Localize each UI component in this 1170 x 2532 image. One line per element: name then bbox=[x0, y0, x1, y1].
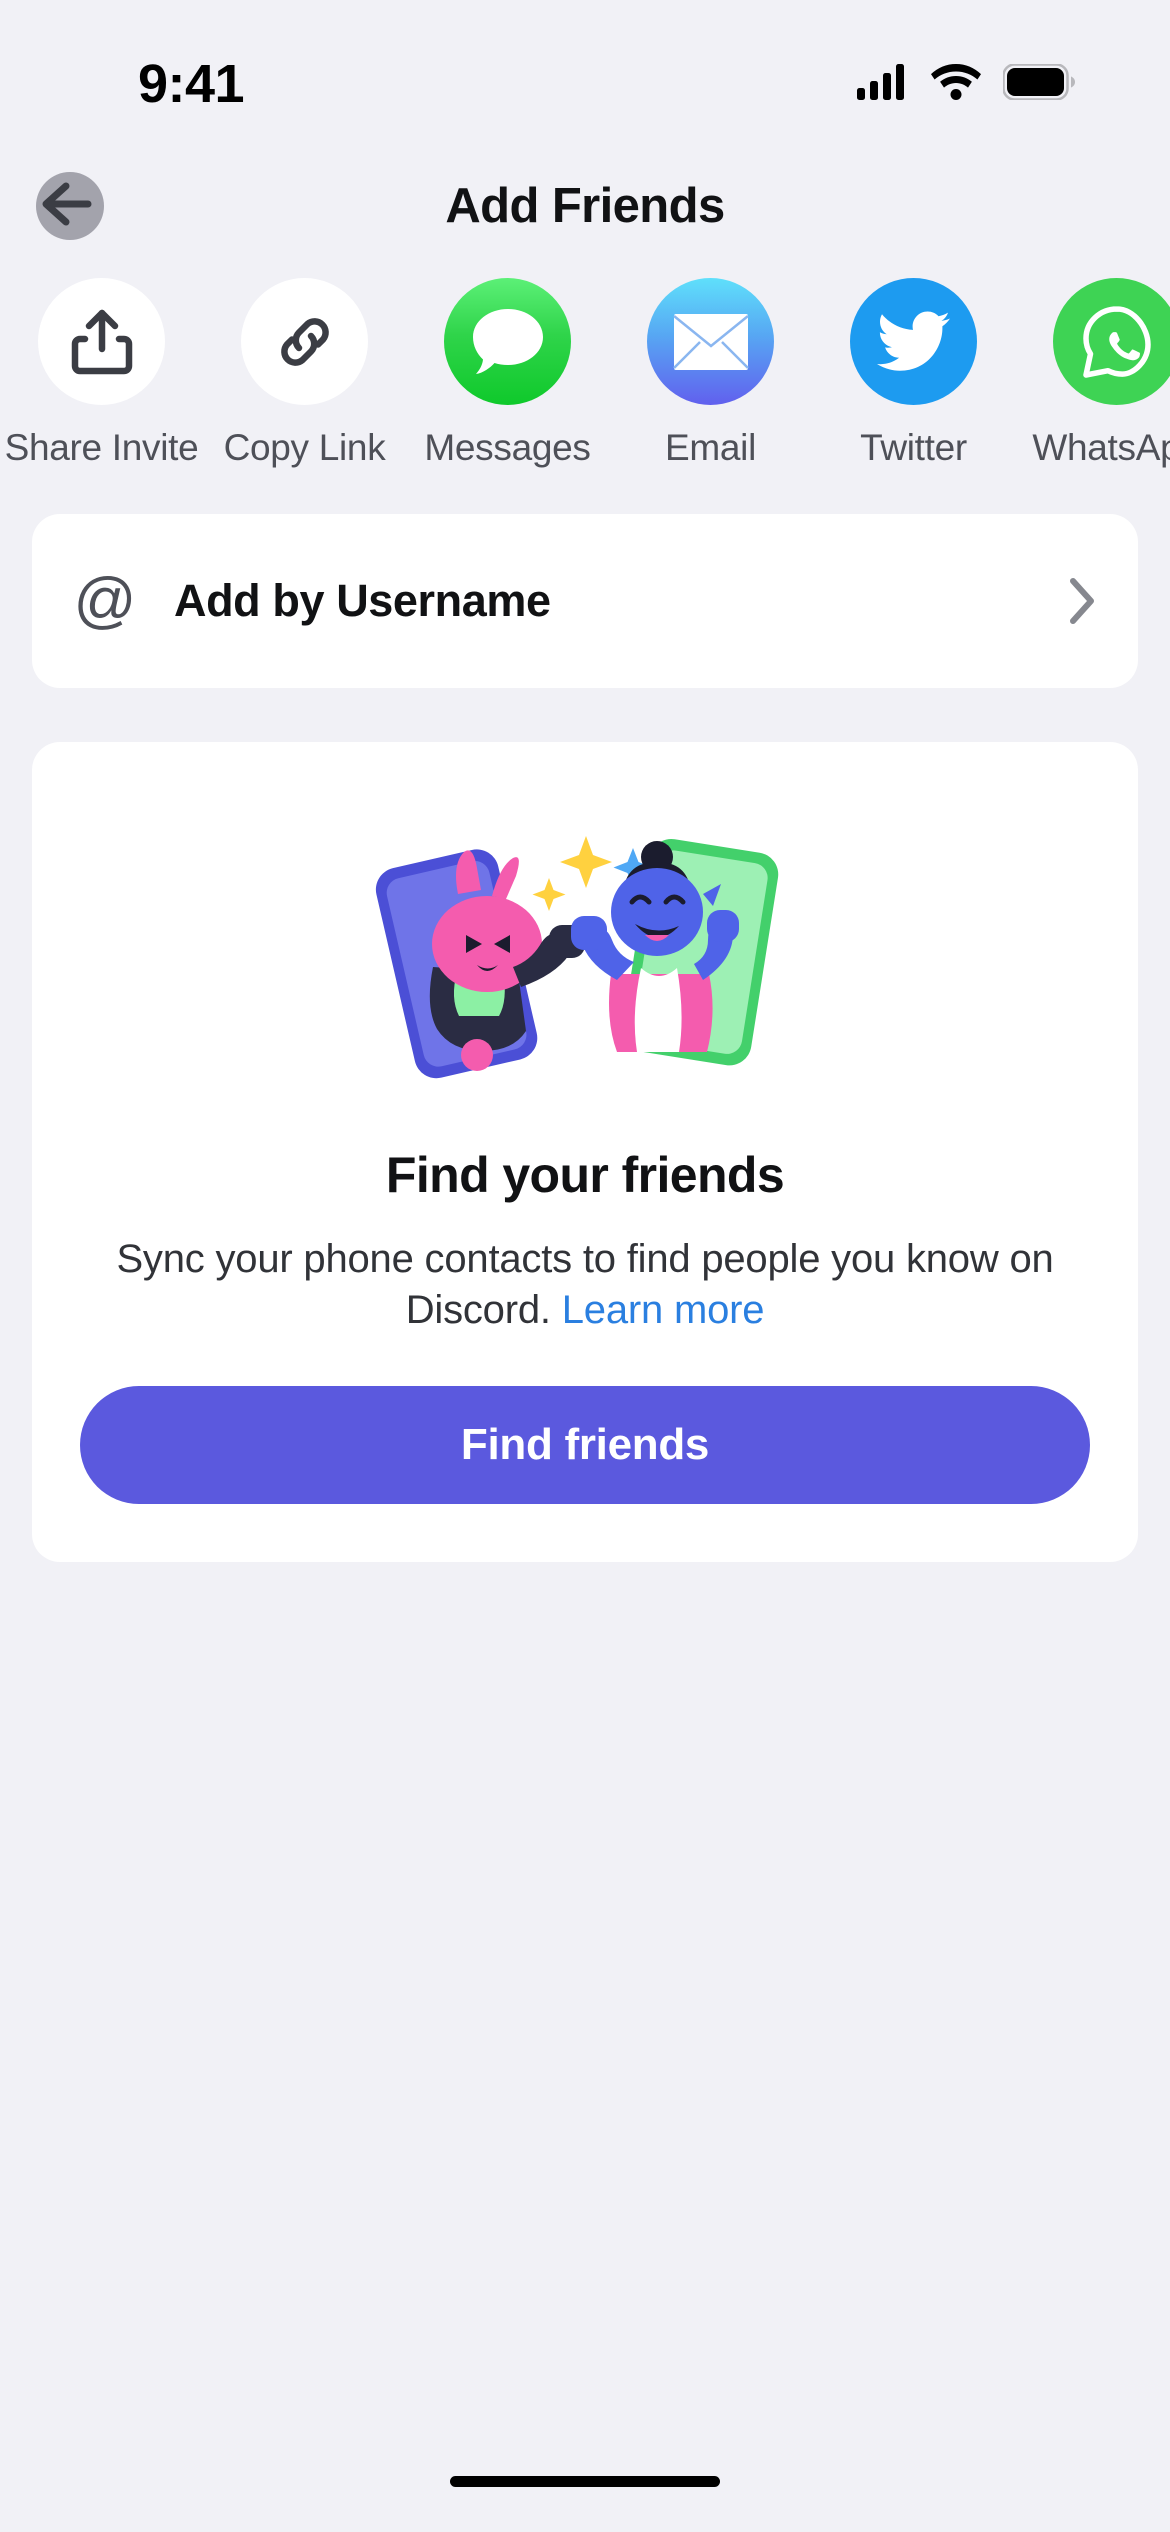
back-button[interactable] bbox=[36, 172, 104, 240]
nav-header: Add Friends bbox=[0, 150, 1170, 262]
status-bar-time: 9:41 bbox=[138, 54, 245, 114]
learn-more-link[interactable]: Learn more bbox=[562, 1288, 765, 1332]
share-option-copy-link[interactable]: Copy Link bbox=[203, 278, 406, 469]
share-option-email[interactable]: Email bbox=[609, 278, 812, 469]
find-friends-card: Find your friends Sync your phone contac… bbox=[32, 742, 1138, 1563]
status-bar: 9:41 bbox=[0, 0, 1170, 150]
share-option-messages[interactable]: Messages bbox=[406, 278, 609, 469]
find-friends-description: Sync your phone contacts to find people … bbox=[115, 1234, 1055, 1336]
home-indicator-area bbox=[0, 2452, 1170, 2532]
envelope-icon bbox=[647, 278, 774, 405]
share-option-twitter[interactable]: Twitter bbox=[812, 278, 1015, 469]
find-friends-button[interactable]: Find friends bbox=[80, 1386, 1090, 1505]
cellular-signal-icon bbox=[857, 63, 909, 105]
main-content: @ Add by Username Find your friends Sync… bbox=[0, 482, 1170, 2452]
two-characters-fist-bump-phones-illustration bbox=[325, 802, 845, 1102]
app-screen: 9:41 Add Friends Share Invite Copy Link … bbox=[0, 0, 1170, 2532]
back-arrow-icon bbox=[42, 182, 98, 231]
wifi-icon bbox=[931, 63, 981, 105]
share-upload-icon bbox=[38, 278, 165, 405]
add-by-username-row[interactable]: @ Add by Username bbox=[32, 514, 1138, 688]
share-option-label: Email bbox=[664, 427, 757, 468]
at-sign-icon: @ bbox=[73, 566, 137, 635]
battery-icon bbox=[1002, 62, 1075, 105]
share-option-label: WhatsApp bbox=[1032, 427, 1170, 468]
find-friends-title: Find your friends bbox=[385, 1147, 785, 1203]
page-title: Add Friends bbox=[445, 179, 725, 233]
whatsapp-icon bbox=[1053, 278, 1170, 405]
status-bar-icons bbox=[857, 62, 1075, 105]
share-option-label: Share Invite bbox=[4, 427, 199, 468]
link-chain-icon bbox=[241, 278, 368, 405]
chevron-right-icon bbox=[1062, 577, 1102, 625]
share-option-label: Twitter bbox=[860, 427, 967, 468]
home-indicator[interactable] bbox=[450, 2475, 720, 2487]
share-option-label: Copy Link bbox=[223, 427, 386, 468]
share-option-whatsapp[interactable]: WhatsApp bbox=[1015, 278, 1170, 469]
twitter-bird-icon bbox=[850, 278, 977, 405]
add-by-username-label: Add by Username bbox=[174, 575, 551, 626]
messages-bubble-icon bbox=[444, 278, 571, 405]
share-option-share-invite[interactable]: Share Invite bbox=[0, 278, 203, 469]
share-options-row[interactable]: Share Invite Copy Link Messages Email Tw… bbox=[0, 262, 1170, 482]
share-option-label: Messages bbox=[424, 427, 591, 468]
